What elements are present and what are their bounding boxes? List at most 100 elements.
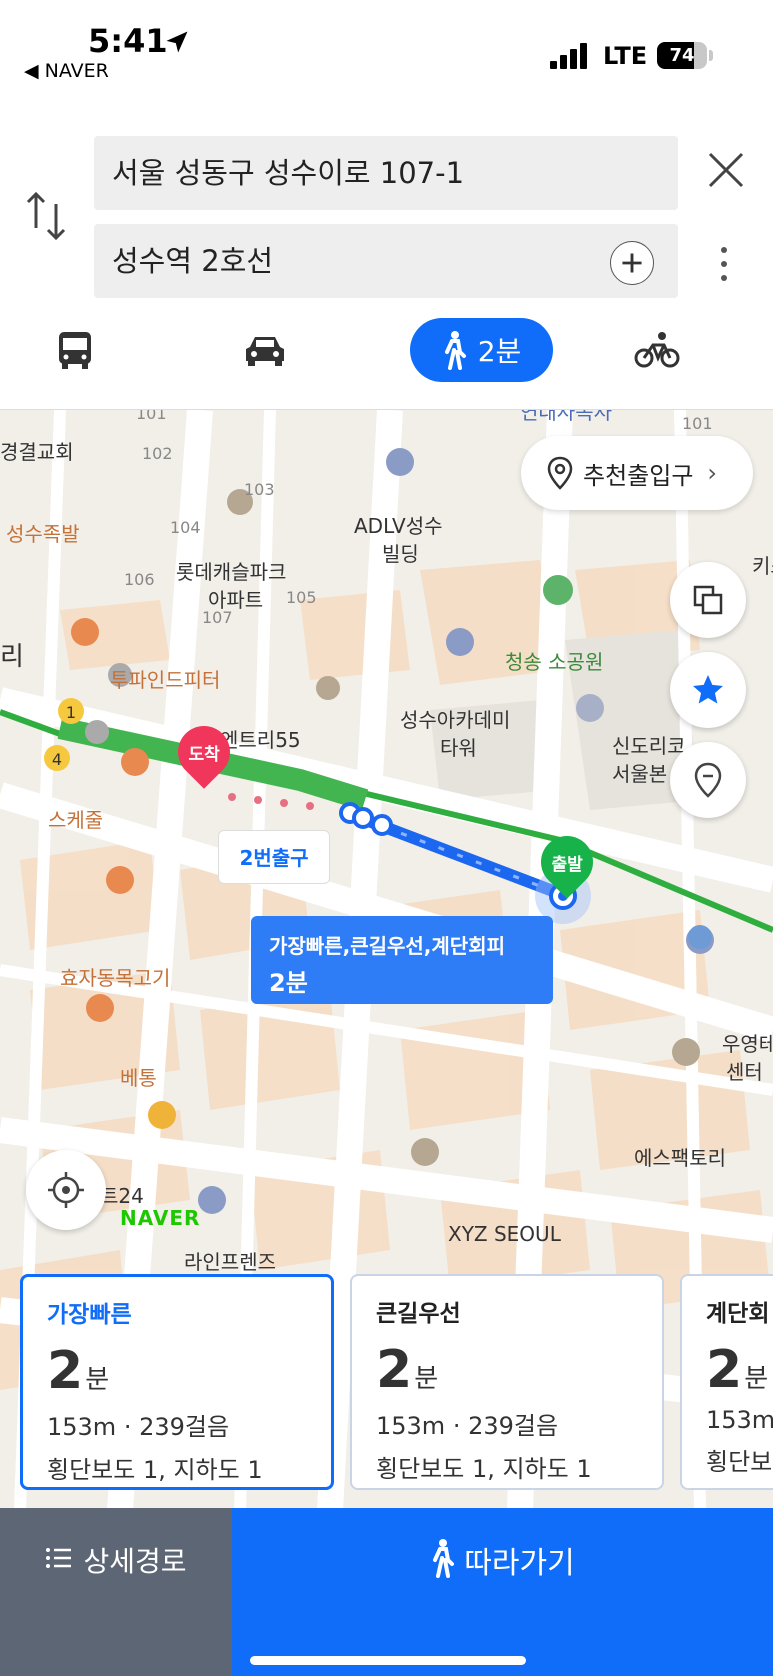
map-label: 베통: [120, 1066, 157, 1090]
map-label: 106: [124, 570, 155, 589]
route-duration: 2분: [269, 969, 308, 997]
map-label: 신도리코: [612, 734, 686, 758]
route-card-unit: 분: [414, 1364, 439, 1394]
route-summary-bubble[interactable]: 가장빠른,큰길우선,계단회피 2분: [251, 916, 553, 1004]
back-to-app-link[interactable]: ◀ NAVER: [24, 60, 109, 82]
arrival-label: 도착: [188, 744, 220, 765]
layers-button[interactable]: [670, 562, 746, 638]
walking-person-icon: [433, 1539, 455, 1578]
map-label: 102: [142, 444, 173, 463]
route-card-avoid-stairs[interactable]: 계단회 2분 153m 횡단보: [680, 1274, 773, 1490]
tab-car[interactable]: [240, 318, 290, 382]
recommended-exit-label: 추천출입구: [583, 461, 694, 490]
route-card-duration: 2: [706, 1340, 743, 1400]
route-card-fastest[interactable]: 가장빠른 2분 153m · 239걸음 횡단보도 1, 지하도 1: [20, 1274, 334, 1490]
transport-mode-tabs: 2분: [0, 318, 773, 388]
layers-icon: [693, 585, 723, 615]
route-card-distance: 153m · 239걸음: [47, 1413, 230, 1441]
route-card-crossings: 횡단보도 1, 지하도 1: [376, 1455, 592, 1483]
bottom-action-bar: 상세경로 따라가기: [0, 1508, 773, 1676]
recommended-exit-button[interactable]: 추천출입구 ›: [521, 436, 753, 510]
map-label: 아파트: [208, 588, 264, 612]
map-label: 엔트리55: [220, 728, 301, 752]
battery-icon: 74: [657, 42, 707, 69]
my-location-button[interactable]: [26, 1150, 106, 1230]
app-root: 5:41 ◀ NAVER LTE 74 서울 성동구 성수이로 107-1 성수…: [0, 0, 773, 1676]
route-options-list: 가장빠른 2분 153m · 239걸음 횡단보도 1, 지하도 1 큰길우선 …: [0, 1274, 773, 1492]
departure-label: 출발: [551, 854, 583, 875]
map-label: 스케줄: [48, 808, 104, 832]
map-label: 청송 소공원: [505, 650, 604, 674]
exit-tag[interactable]: 2번출구: [218, 830, 330, 884]
tab-bike[interactable]: [632, 318, 682, 382]
route-card-name: 가장빠른: [47, 1302, 132, 1328]
detail-route-label: 상세경로: [83, 1545, 187, 1578]
route-card-distance: 153m · 239걸음: [376, 1412, 559, 1440]
location-pin-icon: [547, 456, 573, 490]
map-label: 롯데캐슬파크: [176, 560, 287, 584]
tab-bus[interactable]: [50, 318, 100, 382]
origin-field[interactable]: 서울 성동구 성수이로 107-1: [94, 136, 678, 210]
location-arrow-icon: [166, 31, 188, 53]
map-label: 빌딩: [382, 542, 419, 566]
map-label: 성수족발: [6, 522, 80, 546]
swap-icon[interactable]: [24, 188, 70, 244]
route-card-name: 계단회: [706, 1301, 770, 1327]
map-label: 효자동목고기: [60, 966, 171, 990]
battery-tip: [709, 50, 713, 61]
status-time: 5:41: [88, 22, 168, 60]
map-label: 에스팩토리: [634, 1146, 726, 1170]
tab-walk[interactable]: 2분: [410, 318, 553, 382]
map-label: 105: [286, 588, 317, 607]
route-card-crossings: 횡단보: [706, 1448, 773, 1476]
signal-icon: [550, 43, 587, 69]
back-app-label: NAVER: [44, 60, 109, 82]
close-icon[interactable]: [702, 146, 750, 194]
route-card-crossings: 횡단보도 1, 지하도 1: [47, 1456, 263, 1484]
route-card-duration: 2: [47, 1341, 84, 1401]
more-options-icon[interactable]: [712, 242, 736, 286]
walk-duration: 2분: [477, 335, 522, 368]
arrival-pin[interactable]: 도착: [167, 715, 241, 789]
map-label: 센터: [726, 1060, 763, 1084]
crosshair-icon: [48, 1172, 84, 1208]
route-search-panel: 서울 성동구 성수이로 107-1 성수역 2호선 2분: [0, 100, 773, 410]
add-waypoint-icon[interactable]: [610, 241, 654, 285]
map-label: 101: [682, 414, 713, 433]
map-label: 키스: [752, 554, 773, 578]
battery-percent: 74: [669, 45, 695, 66]
favorite-button[interactable]: [670, 652, 746, 728]
bus-icon: [59, 332, 91, 369]
map-label: 서울본: [612, 762, 668, 786]
route-card-unit: 분: [744, 1364, 769, 1394]
map-label: 투파인드피터: [110, 668, 221, 692]
map-label: 타워: [440, 736, 477, 760]
detail-route-button[interactable]: 상세경로: [0, 1508, 232, 1676]
departure-pin[interactable]: 출발: [530, 825, 604, 899]
map-label: 경결교회: [0, 440, 74, 464]
route-card-unit: 분: [85, 1365, 110, 1395]
map-label: 트24: [100, 1184, 144, 1208]
naver-logo: NAVER: [120, 1206, 201, 1230]
map-label: ADLV성수: [354, 514, 443, 538]
pin-toggle-button[interactable]: [670, 742, 746, 818]
walking-person-icon: [444, 331, 466, 370]
list-icon: [46, 1548, 72, 1568]
station-badge-1: 1: [66, 703, 76, 722]
network-label: LTE: [603, 42, 648, 70]
follow-route-button[interactable]: 따라가기: [232, 1508, 773, 1676]
route-card-distance: 153m: [706, 1406, 773, 1434]
map-pin-minus-icon: [694, 762, 722, 798]
route-card-name: 큰길우선: [376, 1301, 461, 1327]
route-card-main-road[interactable]: 큰길우선 2분 153m · 239걸음 횡단보도 1, 지하도 1: [350, 1274, 664, 1490]
star-icon: [693, 675, 723, 704]
map-label: 104: [170, 518, 201, 537]
route-card-duration: 2: [376, 1340, 413, 1400]
map-label: 라인프렌즈: [184, 1250, 276, 1274]
route-options: 가장빠른,큰길우선,계단회피: [269, 934, 505, 958]
home-indicator[interactable]: [250, 1656, 526, 1665]
map-label: 우영테: [722, 1032, 773, 1056]
destination-field[interactable]: 성수역 2호선: [94, 224, 678, 298]
bicycle-icon: [634, 332, 680, 368]
station-badge-4: 4: [52, 750, 62, 769]
